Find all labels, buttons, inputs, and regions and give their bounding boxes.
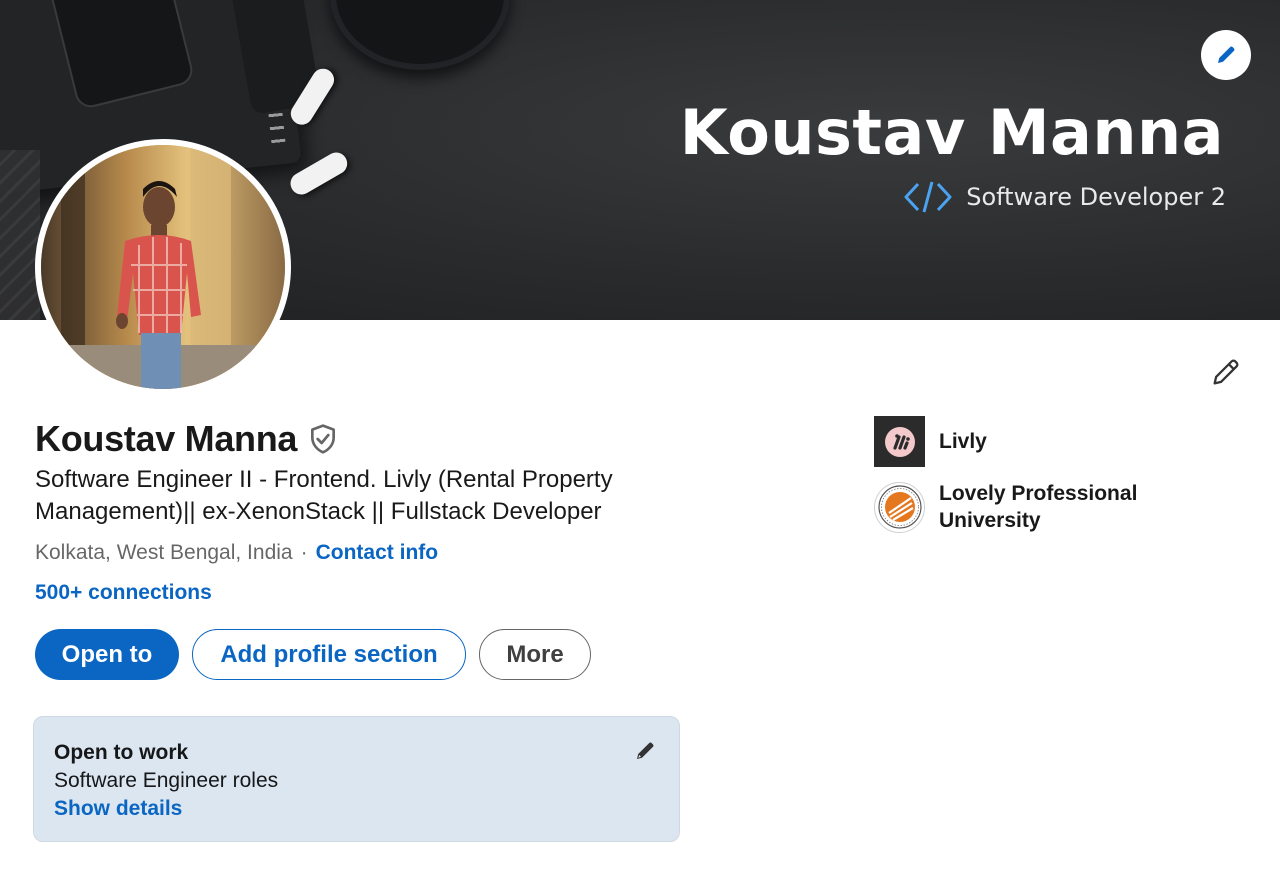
contact-info-link[interactable]: Contact info bbox=[316, 541, 438, 565]
edit-banner-button[interactable] bbox=[1201, 30, 1251, 80]
more-button[interactable]: More bbox=[479, 629, 591, 680]
code-brackets-icon bbox=[904, 181, 952, 213]
connections-link[interactable]: 500+ connections bbox=[35, 581, 212, 605]
banner-title: Koustav Manna bbox=[679, 96, 1224, 169]
separator-dot: · bbox=[300, 541, 308, 564]
edit-intro-button[interactable] bbox=[1204, 350, 1248, 394]
edit-open-to-work-button[interactable] bbox=[631, 737, 659, 765]
livly-logo bbox=[874, 416, 925, 467]
open-to-button[interactable]: Open to bbox=[35, 629, 179, 680]
lpu-seal-mark bbox=[877, 485, 922, 529]
add-profile-section-button[interactable]: Add profile section bbox=[192, 629, 466, 680]
verified-shield-icon[interactable] bbox=[307, 423, 339, 455]
banner-cup-decor bbox=[330, 0, 510, 70]
open-to-work-title: Open to work bbox=[54, 741, 189, 764]
livly-logo-mark bbox=[884, 426, 915, 457]
org-name: Livly bbox=[939, 430, 987, 453]
profile-actions: Open to Add profile section More bbox=[35, 629, 591, 680]
profile-headline: Software Engineer II - Frontend. Livly (… bbox=[35, 466, 613, 525]
pencil-icon bbox=[1218, 46, 1235, 63]
name-row: Koustav Manna bbox=[35, 418, 339, 460]
org-lovely-professional-university[interactable]: Lovely Professional University bbox=[874, 480, 1169, 534]
org-name: Lovely Professional University bbox=[939, 482, 1138, 532]
pencil-icon bbox=[1213, 359, 1239, 385]
banner-keyboard-decor bbox=[0, 150, 40, 320]
profile-photo-image bbox=[41, 145, 285, 389]
banner-subtitle-row: Software Developer 2 bbox=[902, 180, 1226, 214]
profile-photo[interactable] bbox=[35, 139, 291, 395]
pencil-icon bbox=[637, 742, 654, 759]
location-row: Kolkata, West Bengal, India · Contact in… bbox=[35, 541, 438, 565]
banner-subtitle: Software Developer 2 bbox=[966, 183, 1226, 211]
profile-name: Koustav Manna bbox=[35, 418, 298, 459]
profile-location: Kolkata, West Bengal, India bbox=[35, 541, 293, 564]
open-to-work-roles: Software Engineer roles bbox=[54, 769, 279, 792]
open-to-work-card: Open to work Software Engineer roles Sho… bbox=[33, 716, 680, 842]
org-livly[interactable]: Livly bbox=[874, 416, 1169, 467]
lpu-seal-logo bbox=[874, 481, 925, 533]
show-details-link[interactable]: Show details bbox=[54, 795, 659, 823]
